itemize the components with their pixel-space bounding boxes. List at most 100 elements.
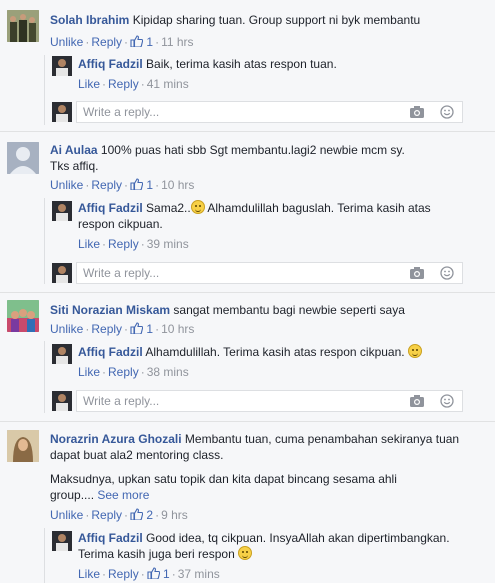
thumbs-up-icon[interactable] [130,508,144,520]
reply-text: Baik, terima kasih atas respon tuan. [146,57,337,71]
comment-text: Membantu tuan, cuma penambahan sekiranya… [184,432,460,446]
timestamp[interactable]: 37 mins [178,567,220,581]
reply-actions: Like · Reply · 38 mins [78,365,189,379]
divider [0,131,495,132]
smile-emoji-icon [407,344,422,358]
author-name[interactable]: Siti Norazian Miskam [50,303,170,317]
reply-text-line2: Terima kasih juga beri respon [78,547,235,561]
timestamp[interactable]: 11 hrs [161,35,193,49]
thumbs-up-icon[interactable] [130,35,144,47]
reply-thread-line [44,528,45,583]
reply-placeholder: Write a reply... [83,266,160,280]
like-link[interactable]: Like [78,567,100,581]
reply-placeholder: Write a reply... [83,105,160,119]
comment-text-line2: dapat buat ala2 mentoring class. [50,448,224,462]
avatar [52,391,72,411]
timestamp[interactable]: 9 hrs [161,508,188,522]
see-more-link[interactable]: See more [97,488,149,502]
comment-actions: Unlike · Reply · 2 · 9 hrs [50,508,188,522]
comment-body: Siti Norazian Miskam sangat membantu bag… [50,302,405,318]
comment-body-more: Maksudnya, upkan satu topik dan kita dap… [50,471,397,503]
author-name[interactable]: Solah Ibrahim [50,13,129,27]
reply-link[interactable]: Reply [91,508,122,522]
reply-thread-line [44,198,45,284]
avatar[interactable] [52,56,72,76]
comment-actions: Unlike · Reply · 1 · 10 hrs [50,178,195,192]
author-name[interactable]: Norazrin Azura Ghozali [50,432,182,446]
reply-body: Affiq Fadzil Alhamdulillah. Terima kasih… [78,344,422,360]
unlike-link[interactable]: Unlike [50,178,83,192]
divider [0,421,495,422]
unlike-link[interactable]: Unlike [50,322,83,336]
author-name[interactable]: Affiq Fadzil [78,345,143,359]
reply-placeholder: Write a reply... [83,394,160,408]
comment-text-line4: group.... [50,488,95,502]
comment-body: Norazrin Azura Ghozali Membantu tuan, cu… [50,431,459,463]
timestamp[interactable]: 10 hrs [161,322,194,336]
emoji-icon[interactable] [440,105,454,119]
reply-link[interactable]: Reply [108,77,139,91]
reply-body: Affiq Fadzil Sama2.. Alhamdulillah bagus… [78,200,431,232]
smile-emoji-icon [238,546,253,560]
camera-icon[interactable] [409,105,425,119]
reply-thread-line [44,55,45,125]
comment-text: sangat membantu bagi newbie seperti saya [173,303,405,317]
reply-text-cont: Alhamdulillah baguslah. Terima kasih ata… [204,201,431,215]
author-name[interactable]: Ai Aulaa [50,143,98,157]
avatar [52,263,72,283]
like-link[interactable]: Like [78,77,100,91]
timestamp[interactable]: 38 mins [147,365,189,379]
timestamp[interactable]: 41 mins [147,77,189,91]
like-link[interactable]: Like [78,237,100,251]
thumbs-up-icon[interactable] [147,567,160,579]
reply-actions: Like · Reply · 41 mins [78,77,189,91]
reply-actions: Like · Reply · 39 mins [78,237,189,251]
avatar [52,102,72,122]
emoji-icon[interactable] [440,394,454,408]
reply-link[interactable]: Reply [91,322,122,336]
comment-text-line2: Tks affiq. [50,159,99,173]
camera-icon[interactable] [409,266,425,280]
avatar[interactable] [7,10,39,42]
unlike-link[interactable]: Unlike [50,35,83,49]
author-name[interactable]: Affiq Fadzil [78,531,143,545]
comment-actions: Unlike · Reply · 1 · 10 hrs [50,322,195,336]
reply-input[interactable]: Write a reply... [76,262,463,284]
avatar[interactable] [52,344,72,364]
avatar[interactable] [7,430,39,462]
reply-text-line2: respon cikpuan. [78,217,163,231]
reply-link[interactable]: Reply [91,178,122,192]
timestamp[interactable]: 39 mins [147,237,189,251]
reply-link[interactable]: Reply [108,365,139,379]
avatar[interactable] [7,300,39,332]
reply-text: Good idea, tq cikpuan. InsyaAllah akan d… [146,531,450,545]
reply-actions: Like · Reply · 1 · 37 mins [78,567,220,581]
like-link[interactable]: Like [78,365,100,379]
reply-body: Affiq Fadzil Baik, terima kasih atas res… [78,56,337,72]
avatar[interactable] [52,201,72,221]
comment-text: 100% puas hati sbb Sgt membantu.lagi2 ne… [100,143,405,157]
camera-icon[interactable] [409,394,425,408]
avatar[interactable] [7,142,39,174]
author-name[interactable]: Affiq Fadzil [78,201,143,215]
timestamp[interactable]: 10 hrs [161,178,194,192]
reply-link[interactable]: Reply [91,35,122,49]
comment-text: Kipidap sharing tuan. Group support ni b… [132,13,421,27]
reply-link[interactable]: Reply [108,567,139,581]
comment-body: Ai Aulaa 100% puas hati sbb Sgt membantu… [50,142,405,174]
comment-actions: Unlike · Reply · 1 · 11 hrs [50,35,194,49]
unlike-link[interactable]: Unlike [50,508,83,522]
reply-text: Alhamdulillah. Terima kasih atas respon … [145,345,405,359]
author-name[interactable]: Affiq Fadzil [78,57,143,71]
thumbs-up-icon[interactable] [130,178,144,190]
comment-text-line3: Maksudnya, upkan satu topik dan kita dap… [50,472,397,486]
like-count[interactable]: 1 [163,567,170,581]
reply-input[interactable]: Write a reply... [76,390,463,412]
reply-input[interactable]: Write a reply... [76,101,463,123]
reply-text: Sama2.. [146,201,191,215]
emoji-icon[interactable] [440,266,454,280]
smile-emoji-icon [190,200,205,214]
thumbs-up-icon[interactable] [130,322,144,334]
avatar[interactable] [52,531,72,551]
reply-link[interactable]: Reply [108,237,139,251]
